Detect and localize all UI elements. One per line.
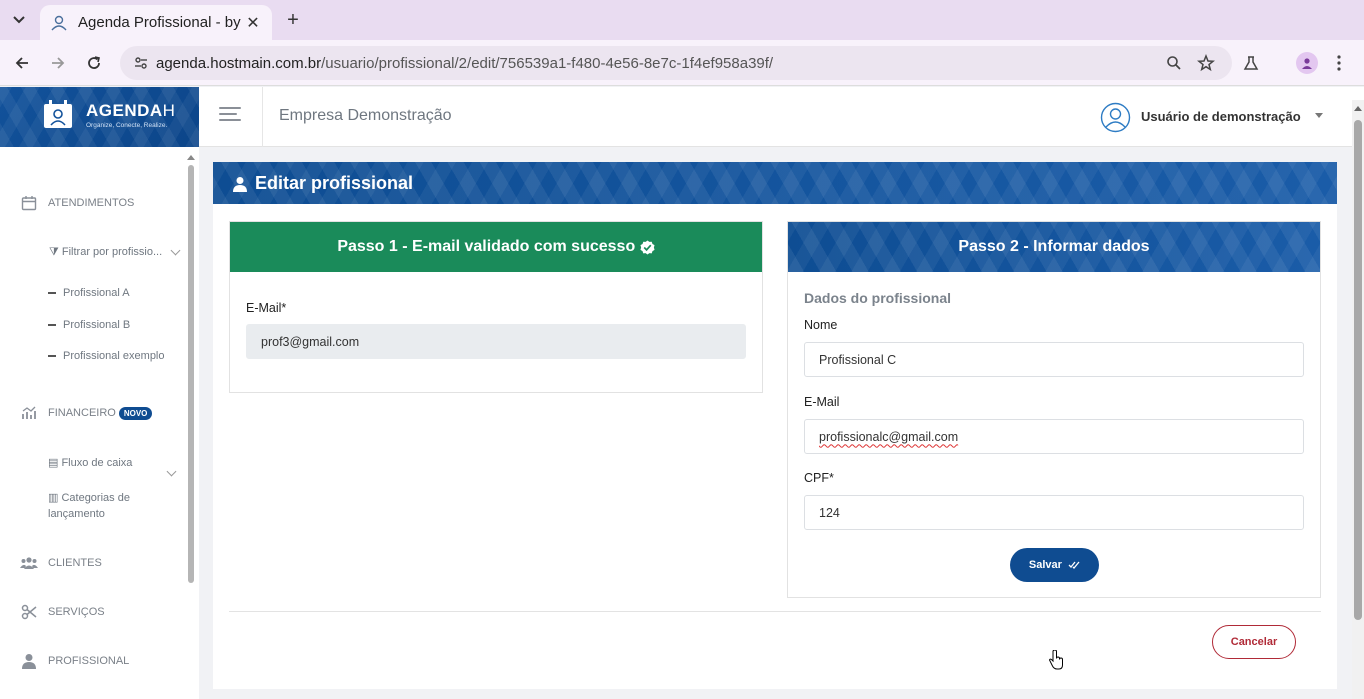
sidebar-filter-professional[interactable]: ⧩ Filtrar por profissio...	[49, 246, 162, 259]
step1-card: Passo 1 - E-mail validado com sucesso E-…	[229, 221, 763, 393]
page-title: Editar profissional	[255, 173, 414, 193]
section-title: Dados do profissional	[804, 290, 952, 306]
sidebar-item-fluxo-caixa[interactable]: ▤ Fluxo de caixa	[48, 456, 132, 469]
cancel-button[interactable]: Cancelar	[1212, 625, 1296, 659]
step2-card: Passo 2 - Informar dados Dados do profis…	[787, 221, 1321, 598]
sidebar-scrollbar[interactable]	[187, 155, 195, 685]
save-button[interactable]: Salvar	[1010, 548, 1099, 582]
address-bar[interactable]: agenda.hostmain.com.br/usuario/profissio…	[120, 46, 1232, 80]
new-badge: NOVO	[118, 406, 153, 420]
cpf-input[interactable]: 124	[804, 495, 1304, 530]
sidebar-item-categorias[interactable]: ▥ Categorias de lançamento	[48, 490, 148, 522]
profile-avatar-icon[interactable]	[1295, 51, 1319, 75]
company-name: Empresa Demonstração	[279, 107, 452, 124]
sidebar-item-professional-a[interactable]: Profissional A	[48, 287, 130, 299]
step2-header: Passo 2 - Informar dados	[788, 222, 1320, 272]
sidebar-item-servicos[interactable]: SERVIÇOS	[20, 603, 105, 621]
forward-arrow-icon[interactable]	[46, 51, 70, 75]
app: AGENDAH Organize, Conecte, Realize. Empr…	[0, 87, 1364, 699]
filter-chevron-down-icon[interactable]	[170, 245, 181, 256]
user-tie-icon	[20, 652, 38, 670]
nome-label: Nome	[804, 318, 838, 332]
favicon-icon	[51, 15, 67, 30]
app-logo[interactable]: AGENDAH Organize, Conecte, Realize.	[0, 87, 199, 147]
url-text: agenda.hostmain.com.br/usuario/profissio…	[156, 54, 774, 72]
double-check-icon	[1068, 561, 1080, 569]
user-tie-icon	[233, 176, 247, 192]
cash-register-icon: ▤	[48, 457, 62, 469]
main-content: Editar profissional Passo 1 - E-mail val…	[213, 162, 1337, 689]
email-label-2: E-Mail	[804, 395, 840, 409]
sidebar-item-financeiro[interactable]: FINANCEIRO NOVO	[20, 404, 153, 422]
sidebar-item-clientes[interactable]: CLIENTES	[20, 554, 102, 572]
bookmark-star-icon[interactable]	[1196, 53, 1216, 73]
filter-icon: ⧩	[49, 246, 62, 258]
new-tab-icon[interactable]: +	[283, 8, 303, 32]
logo-tagline: Organize, Conecte, Realize.	[86, 122, 168, 129]
logo-text: AGENDAH	[86, 101, 176, 120]
cpf-label: CPF*	[804, 471, 834, 485]
back-arrow-icon[interactable]	[10, 51, 34, 75]
calendar-icon	[20, 194, 38, 212]
tab-close-icon[interactable]: ✕	[244, 13, 262, 33]
labs-flask-icon[interactable]	[1239, 51, 1263, 75]
page-scrollbar[interactable]	[1352, 100, 1364, 699]
tab-title: Agenda Profissional - by	[78, 14, 241, 31]
nome-input[interactable]: Profissional C	[804, 342, 1304, 377]
sidebar-item-profissional[interactable]: PROFISSIONAL	[20, 652, 129, 670]
sidebar-item-professional-b[interactable]: Profissional B	[48, 319, 130, 331]
reload-icon[interactable]	[82, 51, 106, 75]
financeiro-chevron-down-icon[interactable]	[166, 466, 177, 477]
browser-tab[interactable]: Agenda Profissional - by ✕	[40, 5, 272, 40]
chart-growth-icon	[20, 404, 38, 422]
tab-list-chevron-icon[interactable]	[6, 8, 32, 32]
email-label: E-Mail*	[246, 301, 287, 315]
site-settings-icon[interactable]	[126, 55, 156, 71]
email-input[interactable]: profissionalc@gmail.com	[804, 419, 1304, 454]
sidebar-item-professional-exemplo[interactable]: Profissional exemplo	[48, 350, 165, 362]
scissors-icon	[20, 603, 38, 621]
user-avatar-icon[interactable]	[1100, 102, 1131, 133]
divider	[229, 611, 1321, 612]
step1-header: Passo 1 - E-mail validado com sucesso	[230, 222, 762, 272]
list-icon: ▥	[48, 492, 62, 504]
app-header: Empresa Demonstração Usuário de demonstr…	[199, 87, 1364, 147]
verified-check-icon	[640, 239, 655, 255]
validated-email-field: prof3@gmail.com	[246, 324, 746, 359]
sidebar: ATENDIMENTOS ⧩ Filtrar por profissio... …	[0, 147, 199, 699]
hand-cursor-icon	[1048, 650, 1063, 670]
page-header: Editar profissional	[213, 162, 1337, 204]
users-icon	[20, 554, 38, 572]
browser-tabbar: Agenda Profissional - by ✕ +	[0, 0, 1364, 40]
zoom-icon[interactable]	[1164, 53, 1184, 73]
user-dropdown-caret-icon[interactable]	[1315, 113, 1323, 118]
user-name[interactable]: Usuário de demonstração	[1141, 109, 1301, 124]
menu-hamburger-icon[interactable]	[219, 107, 241, 125]
browser-menu-icon[interactable]	[1327, 51, 1351, 75]
calendar-logo-icon	[44, 100, 72, 128]
sidebar-item-atendimentos[interactable]: ATENDIMENTOS	[20, 194, 134, 212]
browser-toolbar: agenda.hostmain.com.br/usuario/profissio…	[0, 40, 1364, 86]
